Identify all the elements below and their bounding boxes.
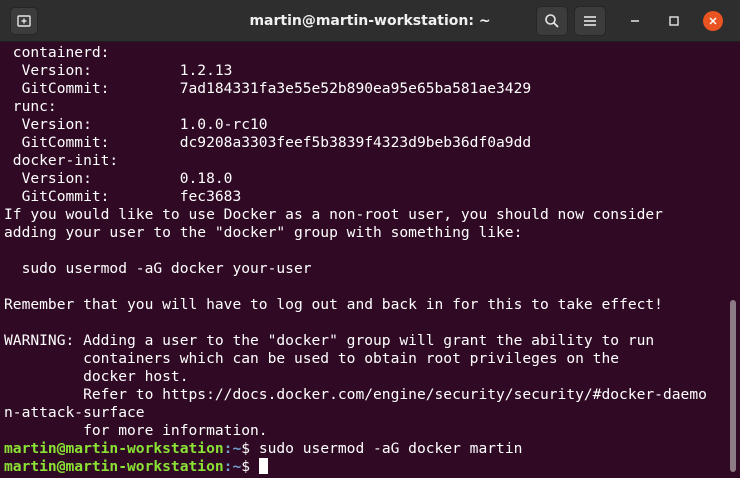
maximize-icon <box>669 16 679 26</box>
prompt-path: :~ <box>223 458 242 475</box>
search-button[interactable] <box>536 6 568 36</box>
minimize-button[interactable] <box>625 11 645 31</box>
output-line: Version: 0.18.0 <box>4 170 233 187</box>
terminal-window: martin@martin-workstation: ~ containerd:… <box>0 0 740 478</box>
prompt-command: sudo usermod -aG docker martin <box>258 440 523 457</box>
prompt-symbol: $ <box>241 440 259 457</box>
output-line: Version: 1.0.0-rc10 <box>4 116 268 133</box>
output-line: Version: 1.2.13 <box>4 62 233 79</box>
prompt-symbol: $ <box>241 458 259 475</box>
output-line: Remember that you will have to log out a… <box>4 296 663 313</box>
prompt-user: martin@martin-workstation <box>4 458 224 475</box>
output-line: adding your user to the "docker" group w… <box>4 224 523 241</box>
hamburger-menu-icon <box>584 16 596 26</box>
search-icon <box>545 14 559 28</box>
output-line: docker-init: <box>4 152 119 169</box>
output-line: Refer to https://docs.docker.com/engine/… <box>4 386 707 403</box>
prompt-path: :~ <box>223 440 242 457</box>
output-line: GitCommit: dc9208a3303feef5b3839f4323d9b… <box>4 134 532 151</box>
prompt-user: martin@martin-workstation <box>4 440 224 457</box>
output-line: GitCommit: fec3683 <box>4 188 242 205</box>
prompt-line: martin@martin-workstation:~$ sudo usermo… <box>4 440 740 458</box>
output-line: runc: <box>4 98 57 115</box>
output-line: containerd: <box>4 44 110 61</box>
prompt-line-active[interactable]: martin@martin-workstation:~$ <box>4 458 740 476</box>
output-line: for more information. <box>4 422 268 439</box>
text-cursor <box>258 458 268 474</box>
minimize-icon <box>631 20 639 22</box>
menu-button[interactable] <box>574 6 606 36</box>
terminal-output[interactable]: containerd: Version: 1.2.13 GitCommit: 7… <box>0 42 740 478</box>
output-line: WARNING: Adding a user to the "docker" g… <box>4 332 655 349</box>
maximize-button[interactable] <box>664 11 684 31</box>
output-line: docker host. <box>4 368 189 385</box>
close-icon <box>709 17 717 25</box>
vertical-scrollbar[interactable] <box>730 300 736 472</box>
new-tab-button[interactable] <box>10 7 38 35</box>
new-tab-icon <box>17 15 31 27</box>
output-line: containers which can be used to obtain r… <box>4 350 620 367</box>
close-button[interactable] <box>703 11 723 31</box>
title-bar[interactable]: martin@martin-workstation: ~ <box>0 0 740 42</box>
output-line: sudo usermod -aG docker your-user <box>4 260 312 277</box>
output-line: If you would like to use Docker as a non… <box>4 206 663 223</box>
output-line: n-attack-surface <box>4 404 145 421</box>
output-line: GitCommit: 7ad184331fa3e55e52b890ea95e65… <box>4 80 532 97</box>
